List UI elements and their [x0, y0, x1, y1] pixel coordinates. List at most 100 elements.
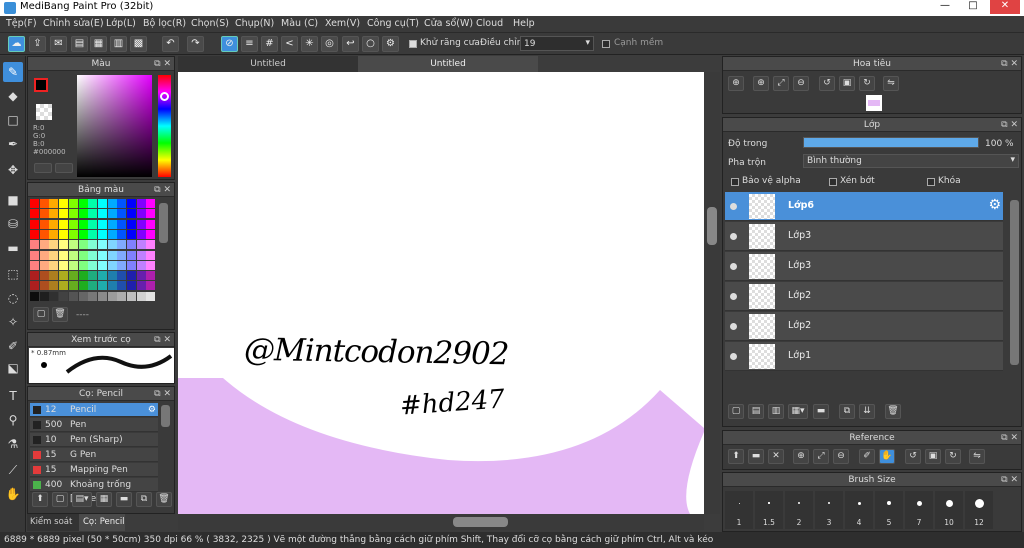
palette-swatch[interactable]	[146, 209, 156, 219]
brush-copy-icon[interactable]: ▦	[96, 492, 112, 507]
palette-swatch[interactable]	[68, 219, 78, 229]
horizontal-scroll-thumb[interactable]	[453, 517, 508, 527]
palette-swatch[interactable]	[146, 260, 156, 270]
palette-swatch[interactable]	[30, 271, 39, 281]
palette-swatch[interactable]	[136, 229, 146, 239]
brush-add-icon[interactable]: ▤▾	[72, 492, 92, 507]
palette-swatch[interactable]	[136, 250, 146, 260]
palette-swatch[interactable]	[97, 209, 107, 219]
palette-swatch[interactable]	[39, 209, 49, 219]
palette-swatch[interactable]	[88, 240, 98, 250]
palette-swatch[interactable]	[78, 291, 88, 301]
brush-new-icon[interactable]: ▢	[52, 492, 68, 507]
close-icon[interactable]: ⧉ ✕	[1001, 431, 1018, 445]
navigator-thumbnail[interactable]	[866, 95, 882, 111]
color-add-icon[interactable]	[34, 163, 52, 173]
palette-swatch[interactable]	[97, 240, 107, 250]
select-eraser-tool-icon[interactable]: ⬕	[3, 358, 23, 378]
menu-select[interactable]: Chọn(S)	[191, 18, 229, 29]
palette-swatch[interactable]	[146, 250, 156, 260]
palette-swatch[interactable]	[30, 199, 39, 208]
layer-folder-icon[interactable]: ▬	[813, 404, 829, 419]
palette-swatch[interactable]	[78, 209, 88, 219]
palette-swatch[interactable]	[97, 199, 107, 208]
tab-untitled-2[interactable]: Untitled	[358, 56, 538, 72]
menu-edit[interactable]: Chỉnh sửa(E)	[43, 18, 104, 29]
palette-swatch[interactable]	[88, 229, 98, 239]
clipping-checkbox[interactable]	[829, 178, 837, 186]
palette-swatch[interactable]	[78, 240, 88, 250]
brush-size-option[interactable]: 4	[845, 491, 873, 529]
palette-swatch[interactable]	[127, 291, 136, 301]
palette-swatch[interactable]	[136, 260, 146, 270]
fit-window-icon[interactable]: ▣	[839, 76, 855, 91]
page-icon[interactable]: ▦	[90, 36, 107, 52]
close-icon[interactable]: ⧉ ✕	[1001, 473, 1018, 487]
reference-flip-icon[interactable]: ⇋	[969, 449, 985, 464]
magic-wand-tool-icon[interactable]: ✧	[3, 312, 23, 332]
brush-item[interactable]: 500 Pen	[30, 418, 158, 432]
layer-row[interactable]: Lớp2	[725, 282, 1003, 311]
brush-tool-icon[interactable]: ✎	[3, 62, 23, 82]
smooth-checkbox[interactable]	[602, 40, 610, 48]
palette-swatch[interactable]	[88, 219, 98, 229]
reference-open-icon[interactable]: ▬	[748, 449, 764, 464]
palette-swatch[interactable]	[39, 229, 49, 239]
layer-row[interactable]: Lớp1	[725, 342, 1003, 371]
layer-row[interactable]: Lớp3	[725, 222, 1003, 251]
reference-fit-icon[interactable]: ⤢	[813, 449, 829, 464]
palette-swatch[interactable]	[68, 240, 78, 250]
palette-swatch[interactable]	[136, 199, 146, 208]
palette-swatch[interactable]	[146, 229, 156, 239]
palette-swatch[interactable]	[117, 271, 127, 281]
menu-snap[interactable]: Chụp(N)	[235, 18, 274, 29]
layout-icon[interactable]: ▩	[130, 36, 147, 52]
flip-icon[interactable]: ⇋	[883, 76, 899, 91]
cloud-icon[interactable]: ☁	[8, 36, 25, 52]
palette-swatch[interactable]	[30, 250, 39, 260]
palette-swatch[interactable]	[107, 271, 117, 281]
transparent-swatch[interactable]	[36, 104, 52, 120]
eye-icon[interactable]	[730, 293, 737, 300]
brush-size-option[interactable]: 3	[815, 491, 843, 529]
gradient-tool-icon[interactable]: ▬	[3, 238, 23, 258]
reference-zoom-out-icon[interactable]: ⊖	[833, 449, 849, 464]
palette-swatch[interactable]	[59, 250, 69, 260]
canvas[interactable]: @Mintcodon2902 #hd247	[178, 72, 704, 514]
menu-help[interactable]: Help	[513, 18, 535, 29]
brush-size-option[interactable]: 2	[785, 491, 813, 529]
palette-swatch[interactable]	[88, 209, 98, 219]
radial-snap-icon[interactable]: ✳	[301, 36, 318, 52]
close-button[interactable]: ✕	[990, 0, 1020, 14]
select-pen-tool-icon[interactable]: ✐	[3, 336, 23, 356]
antialias-checkbox[interactable]	[409, 40, 417, 48]
correction-select[interactable]: 19 ▾	[520, 36, 594, 51]
palette-swatch[interactable]	[78, 219, 88, 229]
palette-swatch[interactable]	[78, 281, 88, 291]
palette-swatch[interactable]	[49, 240, 59, 250]
brush-size-option[interactable]: 7	[905, 491, 933, 529]
palette-swatch[interactable]	[30, 260, 39, 270]
merge-layer-icon[interactable]: ⇊	[859, 404, 875, 419]
pen-tool-icon[interactable]: ✒	[3, 134, 23, 154]
brush-duplicate-icon[interactable]: ⧉	[136, 492, 152, 507]
layer-scrollbar[interactable]	[1010, 200, 1019, 365]
minimize-button[interactable]: —	[932, 0, 958, 14]
brush-add-cloud-icon[interactable]: ⬆	[32, 492, 48, 507]
brush-size-option[interactable]: 12	[965, 491, 993, 529]
palette-swatch[interactable]	[68, 281, 78, 291]
palette-swatch[interactable]	[88, 199, 98, 208]
palette-swatch[interactable]	[68, 199, 78, 208]
brush-size-option[interactable]: 1.5	[755, 491, 783, 529]
palette-swatch[interactable]	[68, 250, 78, 260]
palette-swatch[interactable]	[117, 199, 127, 208]
palette-swatch[interactable]	[39, 219, 49, 229]
palette-swatch[interactable]	[68, 209, 78, 219]
new-layer-icon[interactable]: ▢	[728, 404, 744, 419]
canvas-vertical-scrollbar[interactable]	[704, 72, 720, 514]
lasso-tool-icon[interactable]: ◌	[3, 288, 23, 308]
circle-snap-icon[interactable]: ◎	[321, 36, 338, 52]
zoom-in-icon[interactable]: ⊕	[728, 76, 744, 91]
palette-swatch[interactable]	[39, 281, 49, 291]
reference-hand-icon[interactable]: ✋	[879, 449, 895, 464]
